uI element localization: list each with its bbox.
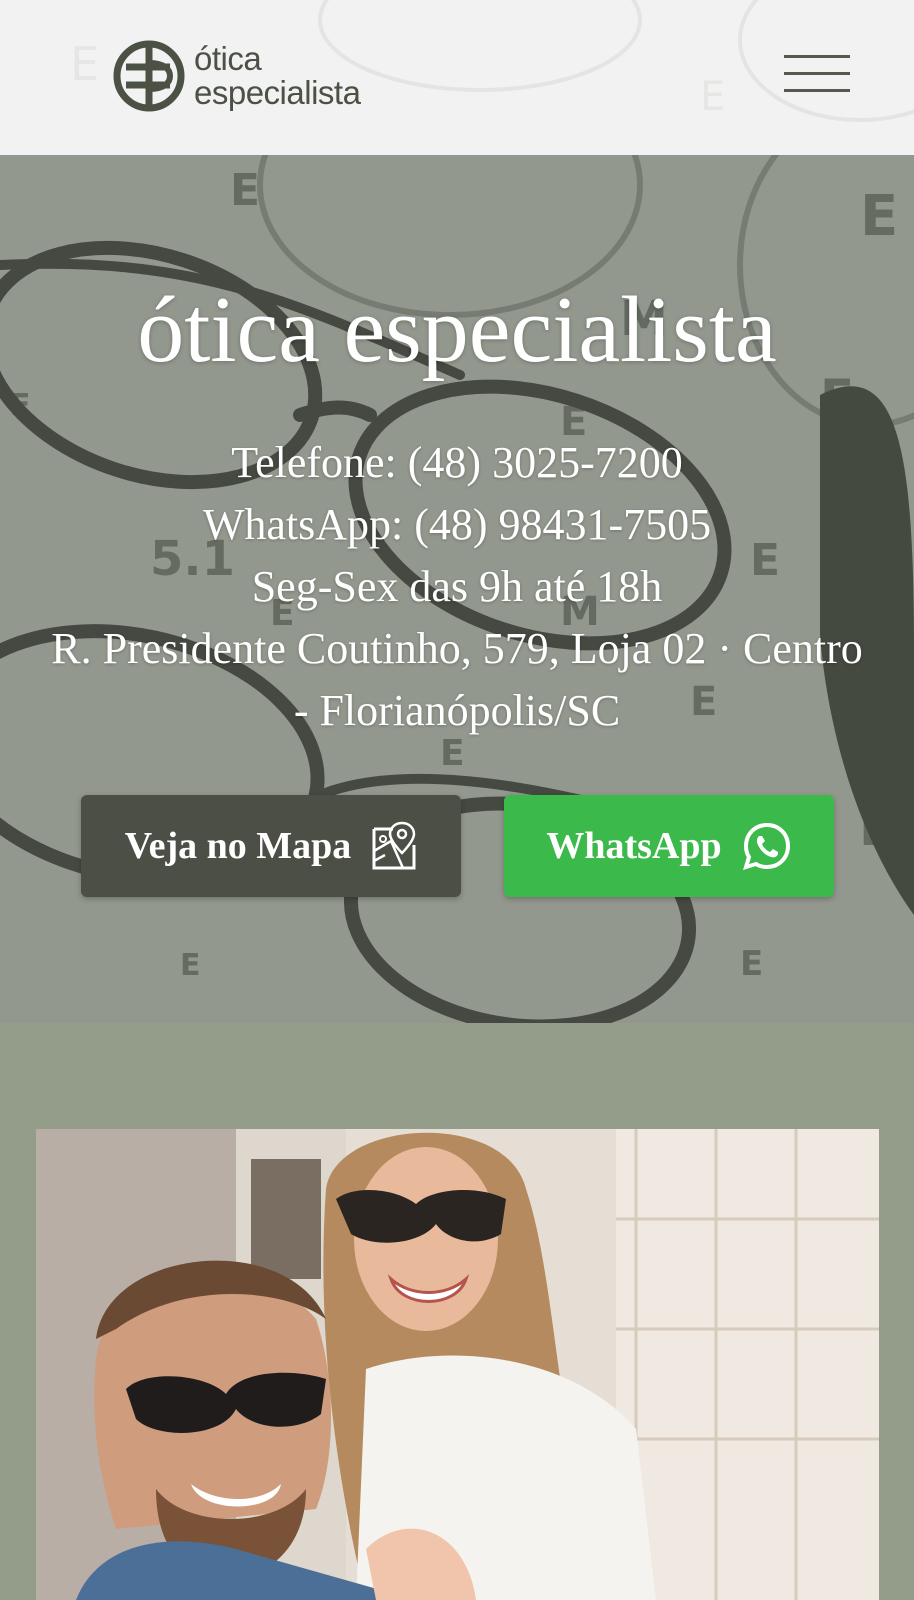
menu-bar-middle [784,72,850,75]
logo-line-1: ótica [194,40,262,77]
svg-text:E: E [700,74,725,120]
opening-hours: Seg-Sex das 9h até 18h [251,562,663,611]
map-pin-icon [372,821,416,870]
whatsapp-icon [742,822,790,870]
hero-title: ótica especialista [137,278,777,382]
view-map-label: Veja no Mapa [124,825,352,867]
couple-photo-illustration [36,1129,879,1600]
logo-line-2: especialista [194,74,361,111]
whatsapp-button-label: WhatsApp [546,825,722,867]
whatsapp-button[interactable]: WhatsApp [504,795,834,897]
logo-text: ótica especialista [194,40,361,111]
site-logo[interactable]: ótica especialista [112,28,382,124]
whatsapp-number[interactable]: WhatsApp: (48) 98431-7505 [20,494,894,556]
hamburger-menu-button[interactable] [780,50,850,100]
logo-emblem-icon [113,40,185,112]
couple-in-sunglasses-photo [36,1129,879,1600]
address-line-2: - Florianópolis/SC [293,686,621,735]
address-line-1: R. Presidente Coutinho, 579, Loja 02 · C… [51,624,863,673]
hamburger-menu-icon [784,55,850,58]
view-map-button[interactable]: Veja no Mapa [81,795,461,897]
phone-number[interactable]: Telefone: (48) 3025-7200 [20,432,894,494]
svg-text:E: E [70,37,99,91]
site-header: E E ótica especialista [0,0,914,155]
hero-section: E E M E E E E 5.1 M E E E E E E E [0,155,914,1023]
menu-bar-bottom [784,89,850,92]
contact-info: Telefone: (48) 3025-7200 WhatsApp: (48) … [20,432,894,742]
photo-section [0,1023,914,1600]
